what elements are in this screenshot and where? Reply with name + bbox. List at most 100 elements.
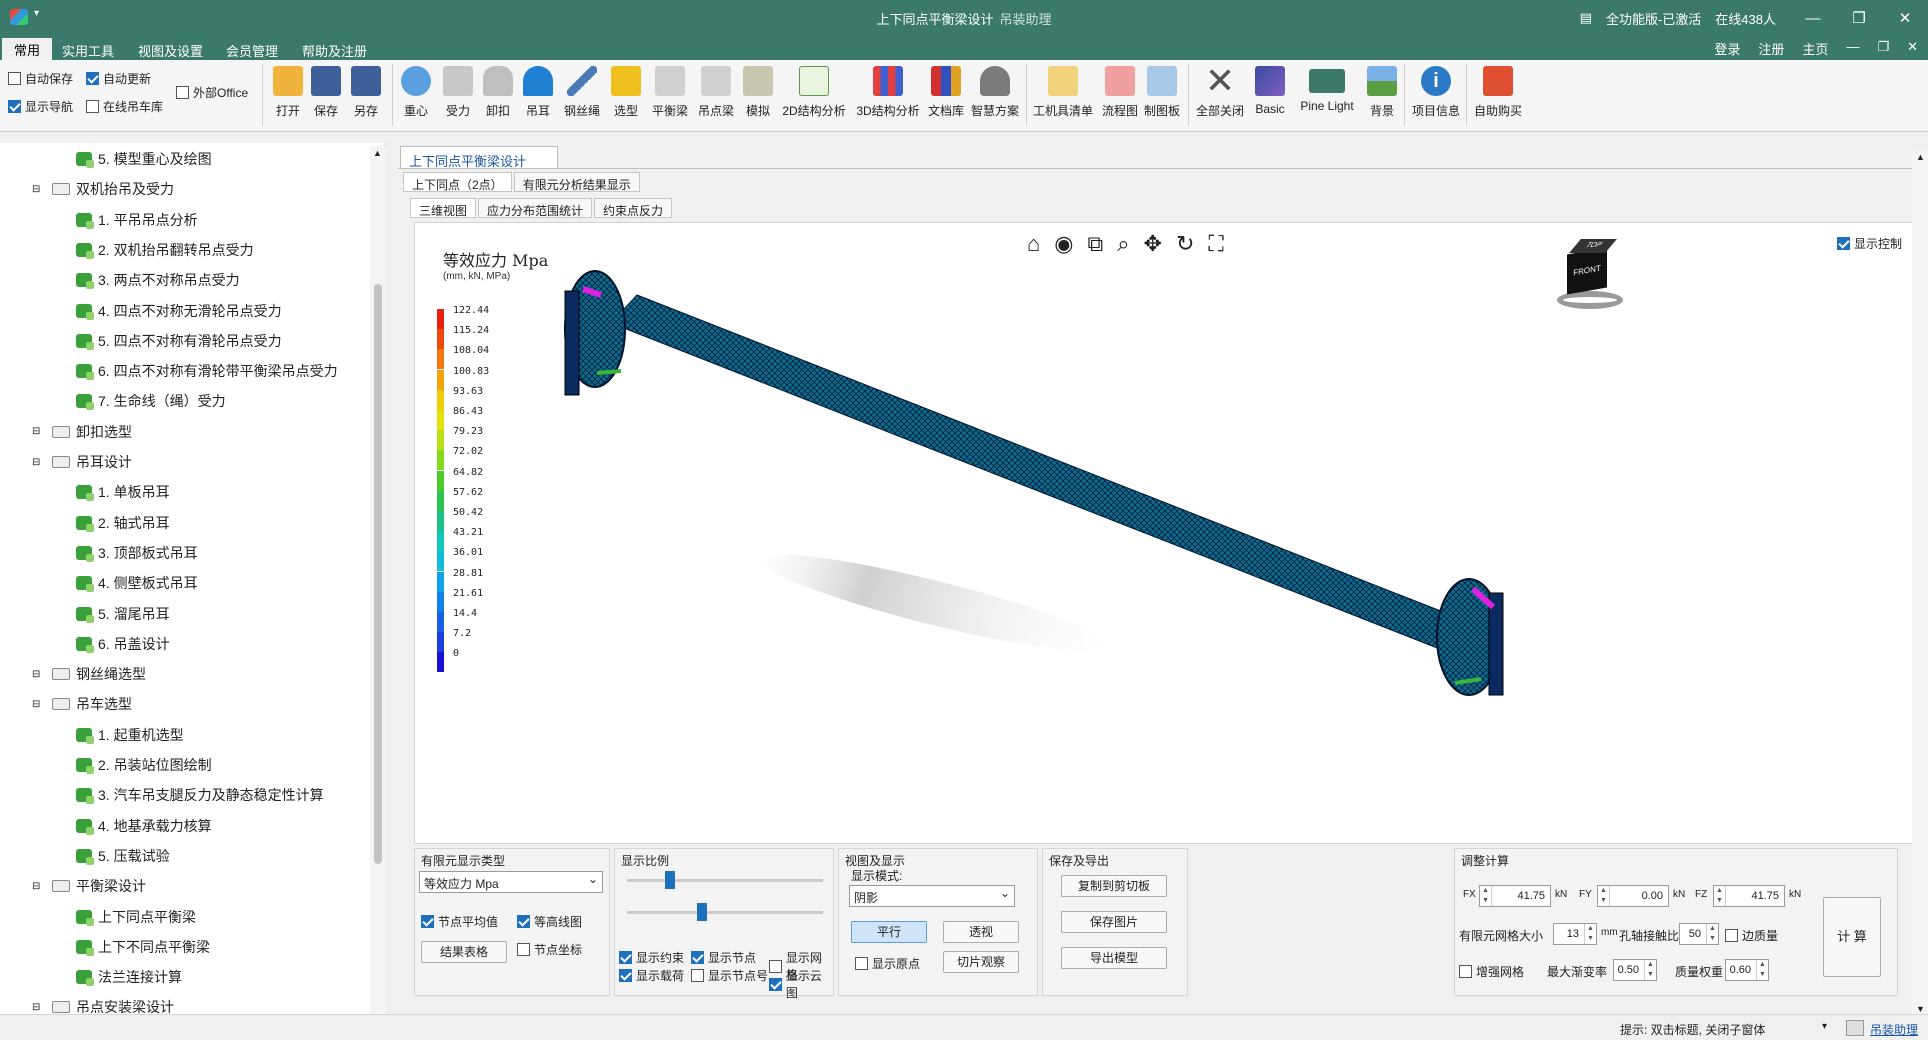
show-control-label-row[interactable]: 显示控制 xyxy=(1837,235,1902,252)
right-scroll-down-icon[interactable]: ▼ xyxy=(1916,1004,1925,1014)
2d-analysis-button[interactable]: 2D结构分析 xyxy=(778,66,850,128)
smart-plan-button[interactable]: 智慧方案 xyxy=(968,66,1022,128)
tree-item[interactable]: 6. 四点不对称有滑轮带平衡梁吊点受力 xyxy=(76,359,338,383)
result-table-button[interactable]: 结果表格 xyxy=(421,941,507,963)
show-node-number-checkbox[interactable]: 显示节点号 xyxy=(691,967,768,984)
tab-3d-view[interactable]: 三维视图 xyxy=(410,198,477,218)
tree-item[interactable]: 3. 两点不对称吊点受力 xyxy=(76,268,240,292)
wire-rope-button[interactable]: 钢丝绳 xyxy=(560,66,604,128)
auto-update-checkbox[interactable]: 自动更新 xyxy=(86,70,151,87)
expander-icon[interactable]: ⊟ xyxy=(32,177,40,201)
tree-item[interactable]: 2. 吊装站位图绘制 xyxy=(76,753,212,777)
background-button[interactable]: 背景 xyxy=(1364,66,1400,128)
mass-weight-input[interactable]: 0.60 ▲ ▼ xyxy=(1725,959,1769,981)
fz-input[interactable]: ▲ ▼ 41.75 xyxy=(1713,885,1785,907)
document-tab[interactable]: 上下同点平衡梁设计✕ xyxy=(400,146,558,185)
project-info-button[interactable]: i 项目信息 xyxy=(1408,66,1464,128)
tree-group[interactable]: 吊车选型 xyxy=(52,692,132,716)
tree-item[interactable]: 6. 吊盖设计 xyxy=(76,632,170,656)
pan-icon[interactable]: ✥ xyxy=(1144,231,1162,257)
tree-group[interactable]: 卸扣选型 xyxy=(52,420,132,444)
balance-beam-button[interactable]: 平衡梁 xyxy=(648,66,692,128)
tree-item[interactable]: 5. 压载试验 xyxy=(76,844,170,868)
max-rate-input[interactable]: 0.50 ▲ ▼ xyxy=(1613,959,1657,981)
expander-icon[interactable]: ⊟ xyxy=(32,874,40,898)
orbit-icon[interactable]: ◉ xyxy=(1054,231,1073,257)
tree-item[interactable]: 3. 顶部板式吊耳 xyxy=(76,541,198,565)
display-mode-select[interactable]: 阴影 xyxy=(849,885,1015,907)
fea-mesh-model[interactable] xyxy=(415,223,1916,844)
scale-slider-2-handle[interactable] xyxy=(697,903,707,921)
3d-viewport[interactable]: 等效应力 Mpa (mm, kN, MPa) 122.44 115.24 108.0… xyxy=(414,222,1916,844)
auto-save-checkbox[interactable]: 自动保存 xyxy=(8,70,73,87)
expander-icon[interactable]: ⊟ xyxy=(32,692,40,716)
minimize-button[interactable]: — xyxy=(1790,10,1836,27)
tree-item[interactable]: 上下同点平衡梁 xyxy=(76,905,196,929)
close-all-button[interactable]: ✕ 全部关闭 xyxy=(1192,63,1248,128)
tree-item[interactable]: 7. 生命线（绳）受力 xyxy=(76,389,226,413)
contour-checkbox[interactable]: 等高线图 xyxy=(517,913,582,930)
login-link[interactable]: 登录 xyxy=(1714,39,1740,58)
reinforce-mesh-checkbox[interactable]: 增强网格 xyxy=(1459,963,1524,980)
maximize-button[interactable]: ❐ xyxy=(1836,9,1882,27)
tree-item[interactable]: 3. 汽车吊支腿反力及静态稳定性计算 xyxy=(76,783,324,807)
tree-item[interactable]: 4. 地基承载力核算 xyxy=(76,814,212,838)
expander-icon[interactable]: ⊟ xyxy=(32,450,40,474)
node-average-checkbox[interactable]: 节点平均值 xyxy=(421,913,498,930)
tree-scroll-thumb[interactable] xyxy=(374,284,382,864)
fullscreen-icon[interactable]: ⛶ xyxy=(1208,231,1223,257)
fx-input[interactable]: ▲ ▼ 41.75 xyxy=(1479,885,1551,907)
rotate-icon[interactable]: ↻ xyxy=(1176,231,1194,257)
expander-icon[interactable]: ⊟ xyxy=(32,420,40,444)
show-load-checkbox[interactable]: 显示载荷 xyxy=(619,967,684,984)
save-as-button[interactable]: 另存 xyxy=(348,66,384,128)
gravity-button[interactable]: 重心 xyxy=(398,66,434,128)
brand-link[interactable]: 吊装助理 xyxy=(1870,1021,1918,1038)
self-purchase-button[interactable]: 自助购买 xyxy=(1470,66,1526,128)
menu-help[interactable]: 帮助及注册 xyxy=(290,39,379,62)
home-view-icon[interactable]: ⌂ xyxy=(1027,231,1040,257)
zoom-icon[interactable]: ⌕ xyxy=(1117,231,1129,257)
expander-icon[interactable]: ⊟ xyxy=(32,662,40,686)
document-library-button[interactable]: 文档库 xyxy=(926,66,966,128)
ribbon-close-icon[interactable]: ✕ xyxy=(1907,39,1918,58)
fy-input[interactable]: ▲ ▼ 0.00 xyxy=(1597,885,1669,907)
perspective-button[interactable]: 透视 xyxy=(943,921,1019,943)
mesh-size-input[interactable]: 13 ▲ ▼ xyxy=(1553,923,1597,945)
show-contour-map-checkbox[interactable]: 显示云图 xyxy=(769,967,833,1001)
tree-group[interactable]: 钢丝绳选型 xyxy=(52,662,146,686)
contact-ratio-input[interactable]: 50 ▲ ▼ xyxy=(1679,923,1719,945)
3d-analysis-button[interactable]: 3D结构分析 xyxy=(852,66,924,128)
tree-scrollbar[interactable]: ▲ ▼ xyxy=(370,146,386,1030)
parallel-button[interactable]: 平行 xyxy=(851,921,927,943)
fe-type-select[interactable]: 等效应力 Mpa xyxy=(419,871,603,893)
scroll-up-icon[interactable]: ▲ xyxy=(373,148,382,158)
menu-tools[interactable]: 实用工具 xyxy=(50,39,126,62)
drawing-board-button[interactable]: 制图板 xyxy=(1142,66,1182,128)
external-office-checkbox[interactable]: 外部Office xyxy=(176,84,248,101)
theme-basic-button[interactable]: Basic xyxy=(1250,66,1290,128)
node-coords-checkbox[interactable]: 节点坐标 xyxy=(517,941,582,958)
show-constraint-checkbox[interactable]: 显示约束 xyxy=(619,949,684,966)
close-button[interactable]: ✕ xyxy=(1882,9,1928,27)
tab-fea-results[interactable]: 有限元分析结果显示 xyxy=(513,172,640,192)
tree-item[interactable]: 5. 四点不对称有滑轮吊点受力 xyxy=(76,329,282,353)
show-node-checkbox[interactable]: 显示节点 xyxy=(691,949,756,966)
tree-group[interactable]: 双机抬吊及受力 xyxy=(52,177,174,201)
save-image-button[interactable]: 保存图片 xyxy=(1061,911,1167,933)
tree-group[interactable]: 吊耳设计 xyxy=(52,450,132,474)
online-crane-checkbox[interactable]: 在线吊车库 xyxy=(86,98,163,115)
calculate-button[interactable]: 计 算 xyxy=(1823,897,1881,977)
tool-list-button[interactable]: 工机具清单 xyxy=(1030,66,1096,128)
lifting-beam-button[interactable]: 吊点梁 xyxy=(694,66,738,128)
show-origin-checkbox[interactable]: 显示原点 xyxy=(855,955,920,972)
simulate-button[interactable]: 模拟 xyxy=(740,66,776,128)
tree-item[interactable]: 上下不同点平衡梁 xyxy=(76,935,210,959)
tree-item[interactable]: 1. 单板吊耳 xyxy=(76,480,170,504)
tree-item[interactable]: 2. 双机抬吊翻转吊点受力 xyxy=(76,238,254,262)
show-nav-checkbox[interactable]: 显示导航 xyxy=(8,98,73,115)
tree-item[interactable]: 5. 溜尾吊耳 xyxy=(76,602,170,626)
menu-view-settings[interactable]: 视图及设置 xyxy=(126,39,215,62)
lug-button[interactable]: 吊耳 xyxy=(520,66,556,128)
theme-pine-light-button[interactable]: Pine Light xyxy=(1292,66,1362,128)
